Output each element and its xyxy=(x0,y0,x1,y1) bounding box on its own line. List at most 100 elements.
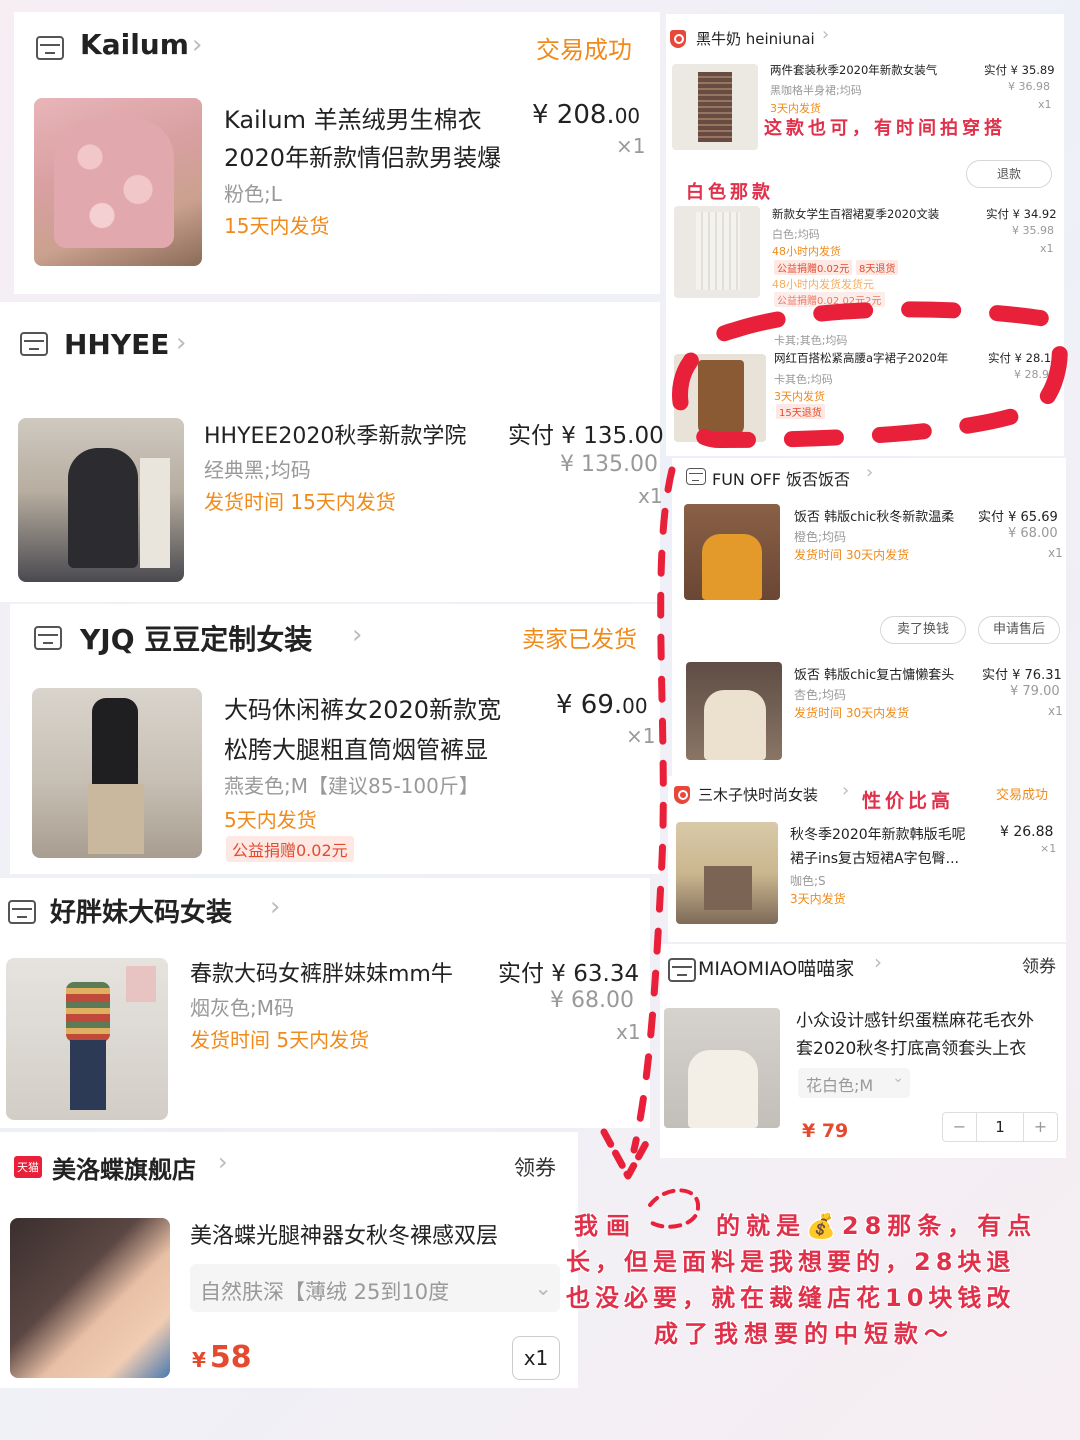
product-title[interactable]: 网红百搭松紧高腰a字裙子2020年 xyxy=(774,350,948,366)
return-policy-tag: 8天退货 xyxy=(856,260,899,275)
annotation-note-line3: 也没必要，就在裁缝店花10块钱改 xyxy=(566,1284,1016,1312)
order-card-haopangmei: 好胖妹大码女装 › 春款大码女裤胖妹妹mm牛 实付 ¥ 63.34 烟灰色;M码… xyxy=(0,878,650,1128)
store-name[interactable]: Kailum xyxy=(80,28,189,61)
after-sale-button[interactable]: 申请售后 xyxy=(978,616,1060,644)
chevron-right-icon[interactable]: › xyxy=(842,780,849,801)
store-name[interactable]: 黑牛奶 heiniunai xyxy=(696,28,815,49)
charity-tag: 公益捐赠0.02元 xyxy=(774,260,853,275)
refund-button[interactable]: 退款 xyxy=(966,160,1052,188)
product-spec: 烟灰色;M码 xyxy=(190,996,294,1020)
original-price: ¥ 79.00 xyxy=(1010,684,1060,699)
store-name[interactable]: 好胖妹大码女装 xyxy=(50,892,232,929)
minus-button[interactable]: − xyxy=(943,1113,977,1141)
quantity: x1 xyxy=(1048,546,1063,560)
ship-time: 3天内发货 xyxy=(790,892,846,906)
product-image[interactable] xyxy=(686,662,782,760)
paid-amount: 实付 ¥ 63.34 xyxy=(498,961,640,987)
store-name[interactable]: YJQ 豆豆定制女装 xyxy=(80,618,312,658)
product-title[interactable]: HHYEE2020秋季新款学院 xyxy=(204,418,466,450)
chevron-right-icon[interactable]: › xyxy=(192,30,202,60)
ship-time: 48小时内发货 xyxy=(772,245,841,258)
store-name[interactable]: HHYEE xyxy=(64,328,169,361)
coupon-link[interactable]: 领券 xyxy=(1022,952,1056,977)
product-image[interactable] xyxy=(672,64,758,150)
annotation-note-line1b: 的就是💰28那条，有点 xyxy=(716,1212,1038,1240)
spec-selector-value: 自然肤深【薄绒 25到10度 xyxy=(200,1280,450,1304)
chevron-right-icon[interactable]: › xyxy=(352,620,362,650)
chevron-right-icon[interactable]: › xyxy=(270,892,280,922)
spec-selector[interactable]: 花白色;M ⌄ xyxy=(798,1068,910,1098)
product-title-line2[interactable]: 套2020秋冬打底高领套头上衣 xyxy=(796,1034,1026,1059)
product-image[interactable] xyxy=(674,354,766,442)
store-name[interactable]: 美洛蝶旗舰店 xyxy=(52,1150,196,1185)
product-image[interactable] xyxy=(676,822,778,924)
chevron-down-icon: ⌄ xyxy=(534,1276,552,1300)
product-spec: 咖色;S xyxy=(790,874,826,888)
product-spec: 经典黑;均码 xyxy=(204,458,311,482)
store-name[interactable]: MIAOMIAO喵喵家 xyxy=(698,954,854,981)
price-value: 58 xyxy=(209,1340,252,1375)
quantity: x1 xyxy=(616,1020,641,1044)
product-image[interactable] xyxy=(34,98,202,266)
shop-shield-icon xyxy=(674,786,690,804)
product-spec: 橙色;均码 xyxy=(794,530,847,544)
price-main: ¥ 69. xyxy=(556,690,623,720)
price: ¥58 xyxy=(192,1340,252,1375)
product-image[interactable] xyxy=(32,688,202,858)
product-image[interactable] xyxy=(6,958,168,1120)
product-title-line1[interactable]: 秋冬季2020年新款韩版毛呢 xyxy=(790,824,966,844)
sell-button[interactable]: 卖了换钱 xyxy=(880,616,966,644)
product-title[interactable]: 饭否 韩版chic复古慵懒套头 xyxy=(794,664,954,683)
product-image[interactable] xyxy=(664,1008,780,1128)
annotation-value: 性价比高 xyxy=(862,790,955,812)
store-icon xyxy=(20,332,48,356)
product-title-line2[interactable]: 裙子ins复古短裙A字包臀... xyxy=(790,848,959,868)
product-spec-top: 卡其;其色;均码 xyxy=(774,334,848,347)
product-title-line2[interactable]: 2020年新款情侣款男装爆 xyxy=(224,138,501,173)
quantity: x1 xyxy=(1038,98,1052,111)
product-spec: 燕麦色;M【建议85-100斤】 xyxy=(224,774,479,798)
charity-tag-faded: 公益捐赠0.02 02元2元 xyxy=(774,292,885,307)
coupon-link[interactable]: 领券 xyxy=(514,1152,556,1182)
original-price: ¥ 35.98 xyxy=(1012,224,1054,237)
store-name[interactable]: FUN OFF 饭否饭否 xyxy=(712,466,850,490)
chevron-right-icon[interactable]: › xyxy=(874,950,882,974)
order-card-kailum: Kailum › 交易成功 Kailum 羊羔绒男生棉衣 2020年新款情侣款男… xyxy=(14,12,660,294)
paid-amount: 实付 ¥ 28.1 xyxy=(988,351,1052,365)
paid-amount: 实付 ¥ 135.00 xyxy=(508,423,664,449)
annotation-white-set: 白色那款 xyxy=(686,182,774,203)
product-title[interactable]: 美洛蝶光腿神器女秋冬裸感双层 xyxy=(190,1218,498,1250)
product-title[interactable]: 新款女学生百褶裙夏季2020文装 xyxy=(772,206,939,222)
product-title[interactable]: 春款大码女裤胖妹妹mm牛 xyxy=(190,956,453,988)
price: ¥ 208.00 xyxy=(532,100,640,130)
spec-selector[interactable]: 自然肤深【薄绒 25到10度 ⌄ xyxy=(190,1264,560,1312)
product-title[interactable]: 饭否 韩版chic秋冬新款温柔 xyxy=(794,506,954,525)
chevron-right-icon[interactable]: › xyxy=(822,24,829,45)
product-image[interactable] xyxy=(18,418,184,582)
chevron-right-icon[interactable]: › xyxy=(218,1148,228,1176)
product-title-line2[interactable]: 松胯大腿粗直筒烟管裤显 xyxy=(224,730,488,765)
quantity-stepper[interactable]: − 1 + xyxy=(942,1112,1058,1142)
plus-button[interactable]: + xyxy=(1023,1113,1057,1141)
quantity-button[interactable]: x1 xyxy=(512,1336,560,1380)
product-title-line1[interactable]: Kailum 羊羔绒男生棉衣 xyxy=(224,100,482,135)
paid-amount: 实付 ¥ 35.89 xyxy=(984,63,1055,77)
product-title-line1[interactable]: 大码休闲裤女2020新款宽 xyxy=(224,690,501,725)
product-title[interactable]: 两件套装秋季2020年新款女装气 xyxy=(770,62,937,78)
ship-time: 15天内发货 xyxy=(224,214,330,238)
price-main: ¥ 208. xyxy=(532,100,615,130)
store-name[interactable]: 三木子快时尚女装 xyxy=(698,784,818,805)
chevron-right-icon[interactable]: › xyxy=(176,328,186,358)
product-image[interactable] xyxy=(10,1218,170,1378)
product-image[interactable] xyxy=(674,206,760,298)
product-image[interactable] xyxy=(684,504,780,600)
annotation-note-line1a: 我画 xyxy=(574,1212,638,1240)
order-card-funoff: FUN OFF 饭否饭否 › 饭否 韩版chic秋冬新款温柔 实付 ¥ 65.6… xyxy=(672,458,1066,778)
spec-selector-value: 花白色;M xyxy=(806,1076,874,1095)
quantity: x1 xyxy=(1048,704,1063,718)
annotation-note-line4: 成了我想要的中短款～ xyxy=(654,1320,954,1348)
quantity-value[interactable]: 1 xyxy=(977,1113,1023,1141)
product-title-line1[interactable]: 小众设计感针织蛋糕麻花毛衣外 xyxy=(796,1006,1034,1031)
paid-amount: 实付 ¥ 34.92 xyxy=(986,207,1057,221)
chevron-right-icon[interactable]: › xyxy=(866,462,873,483)
